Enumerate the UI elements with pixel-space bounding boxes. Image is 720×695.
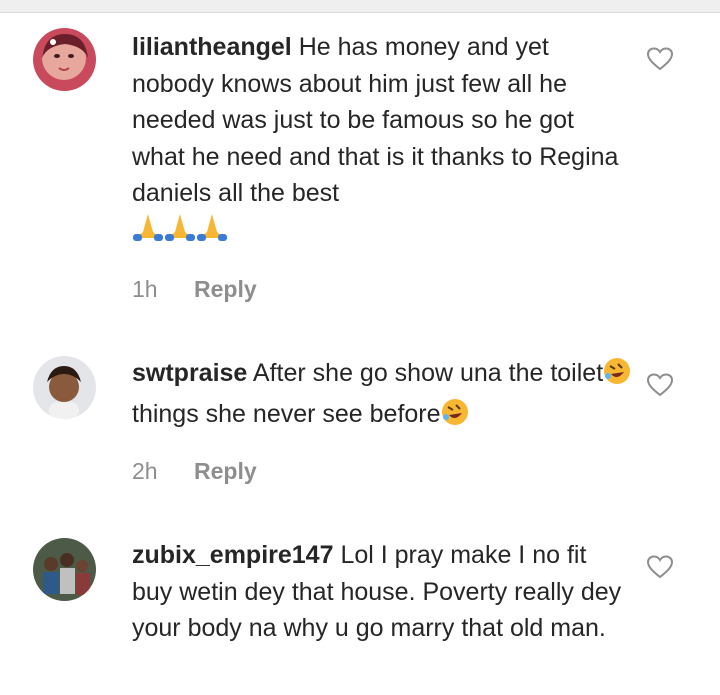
avatar[interactable] bbox=[33, 538, 96, 601]
comment-username[interactable]: liliantheangel bbox=[132, 33, 292, 61]
comment-username[interactable]: swtpraise bbox=[132, 359, 247, 387]
comment-text: swtpraise After she go show una the toil… bbox=[132, 355, 632, 436]
comment-body-continued: things she never see before bbox=[132, 399, 441, 428]
heart-like-icon[interactable] bbox=[646, 373, 674, 397]
comment-timestamp: 1h bbox=[132, 276, 158, 302]
rolling-laughing-face-icon bbox=[603, 357, 631, 396]
avatar[interactable] bbox=[33, 28, 96, 91]
folded-hands-icon bbox=[132, 212, 228, 253]
heart-like-icon[interactable] bbox=[646, 555, 674, 579]
rolling-laughing-face-icon bbox=[441, 398, 469, 437]
comment-username[interactable]: zubix_empire147 bbox=[132, 541, 334, 569]
reply-button[interactable]: Reply bbox=[194, 276, 257, 302]
reply-button[interactable]: Reply bbox=[194, 458, 257, 484]
comment-meta: 1h Reply bbox=[132, 276, 257, 303]
heart-like-icon[interactable] bbox=[646, 47, 674, 71]
comment-timestamp: 2h bbox=[132, 458, 158, 484]
avatar[interactable] bbox=[33, 356, 96, 419]
top-divider-bar bbox=[0, 0, 720, 13]
comment-meta: 2h Reply bbox=[132, 458, 257, 485]
comment-text: zubix_empire147 Lol I pray make I no fit… bbox=[132, 537, 632, 647]
comment-text: liliantheangel He has money and yet nobo… bbox=[132, 29, 632, 252]
comment-body: After she go show una the toilet bbox=[252, 359, 604, 387]
